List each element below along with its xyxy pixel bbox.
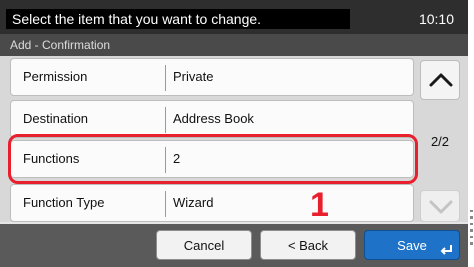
row-label: Permission	[23, 69, 88, 84]
chevron-up-icon	[429, 73, 453, 87]
callout-number: 1	[310, 186, 329, 224]
scroll-up-button[interactable]	[420, 60, 460, 100]
row-value: Private	[173, 69, 214, 84]
row-label: Function Type	[23, 195, 105, 210]
top-status-bar: Select the item that you want to change.…	[0, 0, 468, 34]
row-divider	[165, 191, 166, 217]
row-value: Address Book	[173, 111, 254, 126]
save-button[interactable]: Save	[364, 230, 460, 260]
side-code-marks	[470, 210, 473, 245]
row-value: Wizard	[173, 195, 214, 210]
bottom-button-bar: Cancel < Back Save	[0, 224, 468, 267]
touch-panel-screen: Select the item that you want to change.…	[0, 0, 468, 267]
row-destination[interactable]: Destination Address Book	[10, 100, 414, 138]
screen-title-bar: Add - Confirmation	[0, 34, 468, 56]
row-divider	[165, 107, 166, 133]
screen-title: Add - Confirmation	[10, 38, 111, 52]
save-button-label: Save	[397, 238, 427, 253]
page-indicator: 2/2	[430, 134, 450, 149]
highlight-box	[8, 134, 418, 184]
scroll-down-button[interactable]	[420, 190, 460, 222]
row-permission[interactable]: Permission Private	[10, 58, 414, 96]
chevron-down-icon	[429, 200, 453, 214]
row-label: Destination	[23, 111, 89, 126]
clock: 10:10	[418, 11, 454, 27]
row-divider	[165, 65, 166, 91]
row-function-type[interactable]: Function Type Wizard	[10, 184, 414, 222]
enter-icon	[440, 245, 452, 255]
instruction-message: Select the item that you want to change.	[6, 9, 350, 29]
back-button[interactable]: < Back	[260, 230, 356, 260]
cancel-button[interactable]: Cancel	[156, 230, 252, 260]
